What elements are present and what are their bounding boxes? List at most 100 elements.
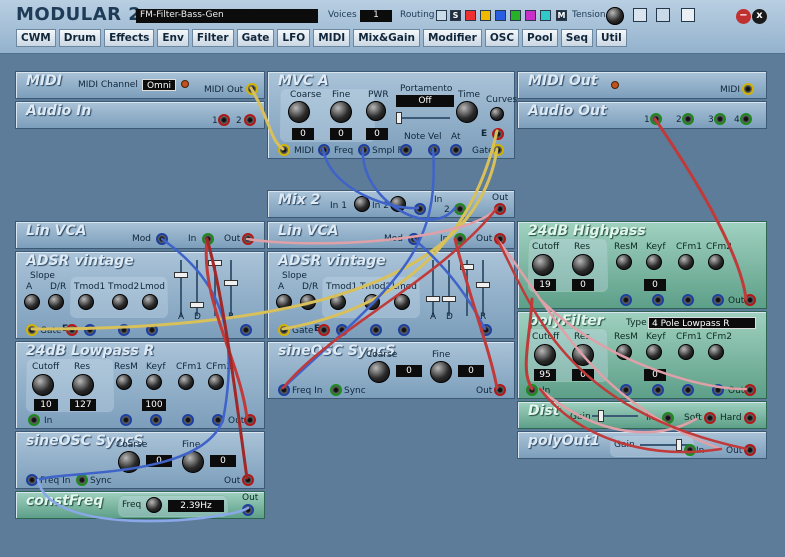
module-polyfilter[interactable]: polyFilter Type 4 Pole Lowpass R Cutoff … <box>517 311 767 399</box>
tab-filter[interactable]: Filter <box>191 29 234 47</box>
resm-jack[interactable] <box>620 294 632 306</box>
cfm1-jack[interactable] <box>682 294 694 306</box>
out-jack[interactable] <box>494 233 506 245</box>
midi-in-jack[interactable] <box>278 144 290 156</box>
cfm1-knob[interactable] <box>178 374 194 390</box>
in-jack[interactable] <box>526 384 538 396</box>
in-jack[interactable] <box>28 414 40 426</box>
tab-cwm[interactable]: CWM <box>16 29 56 47</box>
portamento-select[interactable]: Off <box>396 95 454 107</box>
module-dist[interactable]: Dist Gain In Soft Hard <box>517 401 767 429</box>
cfm2-jack[interactable] <box>712 294 724 306</box>
out-jack[interactable] <box>242 233 254 245</box>
release-handle[interactable] <box>224 280 238 286</box>
copy-icon[interactable] <box>681 8 695 22</box>
audio-in-1-jack[interactable] <box>218 114 230 126</box>
mix-out-jack[interactable] <box>494 203 506 215</box>
tab-midi[interactable]: MIDI <box>313 29 351 47</box>
lmod-jack[interactable] <box>480 324 492 336</box>
coarse-knob[interactable] <box>118 451 140 473</box>
cutoff-knob[interactable] <box>534 344 556 366</box>
smpl-jack[interactable] <box>358 144 370 156</box>
gate-jack[interactable] <box>278 324 290 336</box>
out-jack[interactable] <box>242 474 254 486</box>
cfm1-knob[interactable] <box>678 254 694 270</box>
save-icon[interactable] <box>633 8 647 22</box>
module-sineosc-1[interactable]: sineOSC SyncS Coarse Fine 0 0 Freq In Sy… <box>15 431 265 489</box>
sustain-handle[interactable] <box>460 264 474 270</box>
at-jack[interactable] <box>450 144 462 156</box>
out-jack[interactable] <box>494 384 506 396</box>
gate-out-jack[interactable] <box>492 144 504 156</box>
tab-pool[interactable]: Pool <box>522 29 558 47</box>
routing-color-cyan[interactable] <box>540 10 551 21</box>
note-jack[interactable] <box>400 144 412 156</box>
in-jack[interactable] <box>454 233 466 245</box>
in1-knob[interactable] <box>354 196 370 212</box>
out-1-jack[interactable] <box>650 113 662 125</box>
keyf-knob[interactable] <box>646 254 662 270</box>
gate-jack[interactable] <box>26 324 38 336</box>
resm-knob[interactable] <box>116 374 132 390</box>
mod-jack[interactable] <box>156 233 168 245</box>
freq-in-jack[interactable] <box>278 384 290 396</box>
module-polyout[interactable]: polyOut1 Gain In Out <box>517 431 767 459</box>
out-jack[interactable] <box>744 384 756 396</box>
module-adsr-1[interactable]: ADSR vintage Slope A D/R Tmod1 Tmod2 Lmo… <box>15 251 265 339</box>
tmod2-jack[interactable] <box>146 324 158 336</box>
routing-color-green[interactable] <box>510 10 521 21</box>
module-highpass[interactable]: 24dB Highpass Cutoff Res 19 0 ResM Keyf … <box>517 221 767 309</box>
minimize-icon[interactable]: − <box>736 9 751 24</box>
cfm1-jack[interactable] <box>682 384 694 396</box>
portamento-slider-handle[interactable] <box>396 112 402 124</box>
attack-handle[interactable] <box>174 272 188 278</box>
mix-in2-jack[interactable] <box>454 203 466 215</box>
hard-jack[interactable] <box>744 412 756 424</box>
routing-color-blue[interactable] <box>495 10 506 21</box>
cfm2-jack[interactable] <box>212 414 224 426</box>
voices-field[interactable]: 1 <box>360 10 392 22</box>
out-2-jack[interactable] <box>682 113 694 125</box>
routing-color-yellow[interactable] <box>480 10 491 21</box>
portamento-slider[interactable] <box>398 117 450 119</box>
decay-slope-knob[interactable] <box>300 294 316 310</box>
attack-slider[interactable] <box>180 260 182 316</box>
decay-slope-knob[interactable] <box>48 294 64 310</box>
module-audio-in[interactable]: Audio In 1 2 <box>15 101 265 129</box>
module-mvca[interactable]: MVC A Coarse Fine PWR Portamento Off Tim… <box>267 71 517 159</box>
midi-channel-select[interactable]: Omni <box>142 79 176 91</box>
release-slider[interactable] <box>482 260 484 316</box>
cfm2-jack[interactable] <box>712 384 724 396</box>
out-4-jack[interactable] <box>740 113 752 125</box>
module-lowpass[interactable]: 24dB Lowpass R Cutoff Res 10 127 ResM Ke… <box>15 341 265 429</box>
fine-knob[interactable] <box>330 101 352 123</box>
sync-jack[interactable] <box>330 384 342 396</box>
attack-slope-knob[interactable] <box>276 294 292 310</box>
tab-modifier[interactable]: Modifier <box>422 29 482 47</box>
freq-in-jack[interactable] <box>26 474 38 486</box>
sustain-handle[interactable] <box>208 260 222 266</box>
release-handle[interactable] <box>476 282 490 288</box>
module-midi[interactable]: MIDI MIDI Channel Omni MIDI Out <box>15 71 265 99</box>
tab-effects[interactable]: Effects <box>104 29 155 47</box>
module-mix2[interactable]: Mix 2 In 1 In 2 In 2 Out <box>267 190 515 218</box>
module-midi-out[interactable]: MIDI Out MIDI <box>517 71 767 99</box>
routing-solo-button[interactable]: S <box>450 10 461 21</box>
gain-handle[interactable] <box>598 410 604 422</box>
attack-slope-knob[interactable] <box>24 294 40 310</box>
tmod2-knob[interactable] <box>364 294 380 310</box>
coarse-knob[interactable] <box>368 361 390 383</box>
tab-osc[interactable]: OSC <box>484 29 520 47</box>
module-sineosc-2[interactable]: sineOSC SyncS Coarse Fine 0 0 Freq In Sy… <box>267 341 515 399</box>
freq-knob[interactable] <box>146 497 162 513</box>
in-jack[interactable] <box>684 444 696 456</box>
attack-handle[interactable] <box>426 296 440 302</box>
font-icon[interactable] <box>656 8 670 22</box>
in2-knob[interactable] <box>390 196 406 212</box>
env-out-jack[interactable] <box>318 324 330 336</box>
out-jack[interactable] <box>744 294 756 306</box>
module-lin-vca-2[interactable]: Lin VCA Mod In Out <box>267 221 515 249</box>
keyf-jack[interactable] <box>652 384 664 396</box>
lmod-knob[interactable] <box>142 294 158 310</box>
module-audio-out[interactable]: Audio Out 1 2 3 4 <box>517 101 767 129</box>
